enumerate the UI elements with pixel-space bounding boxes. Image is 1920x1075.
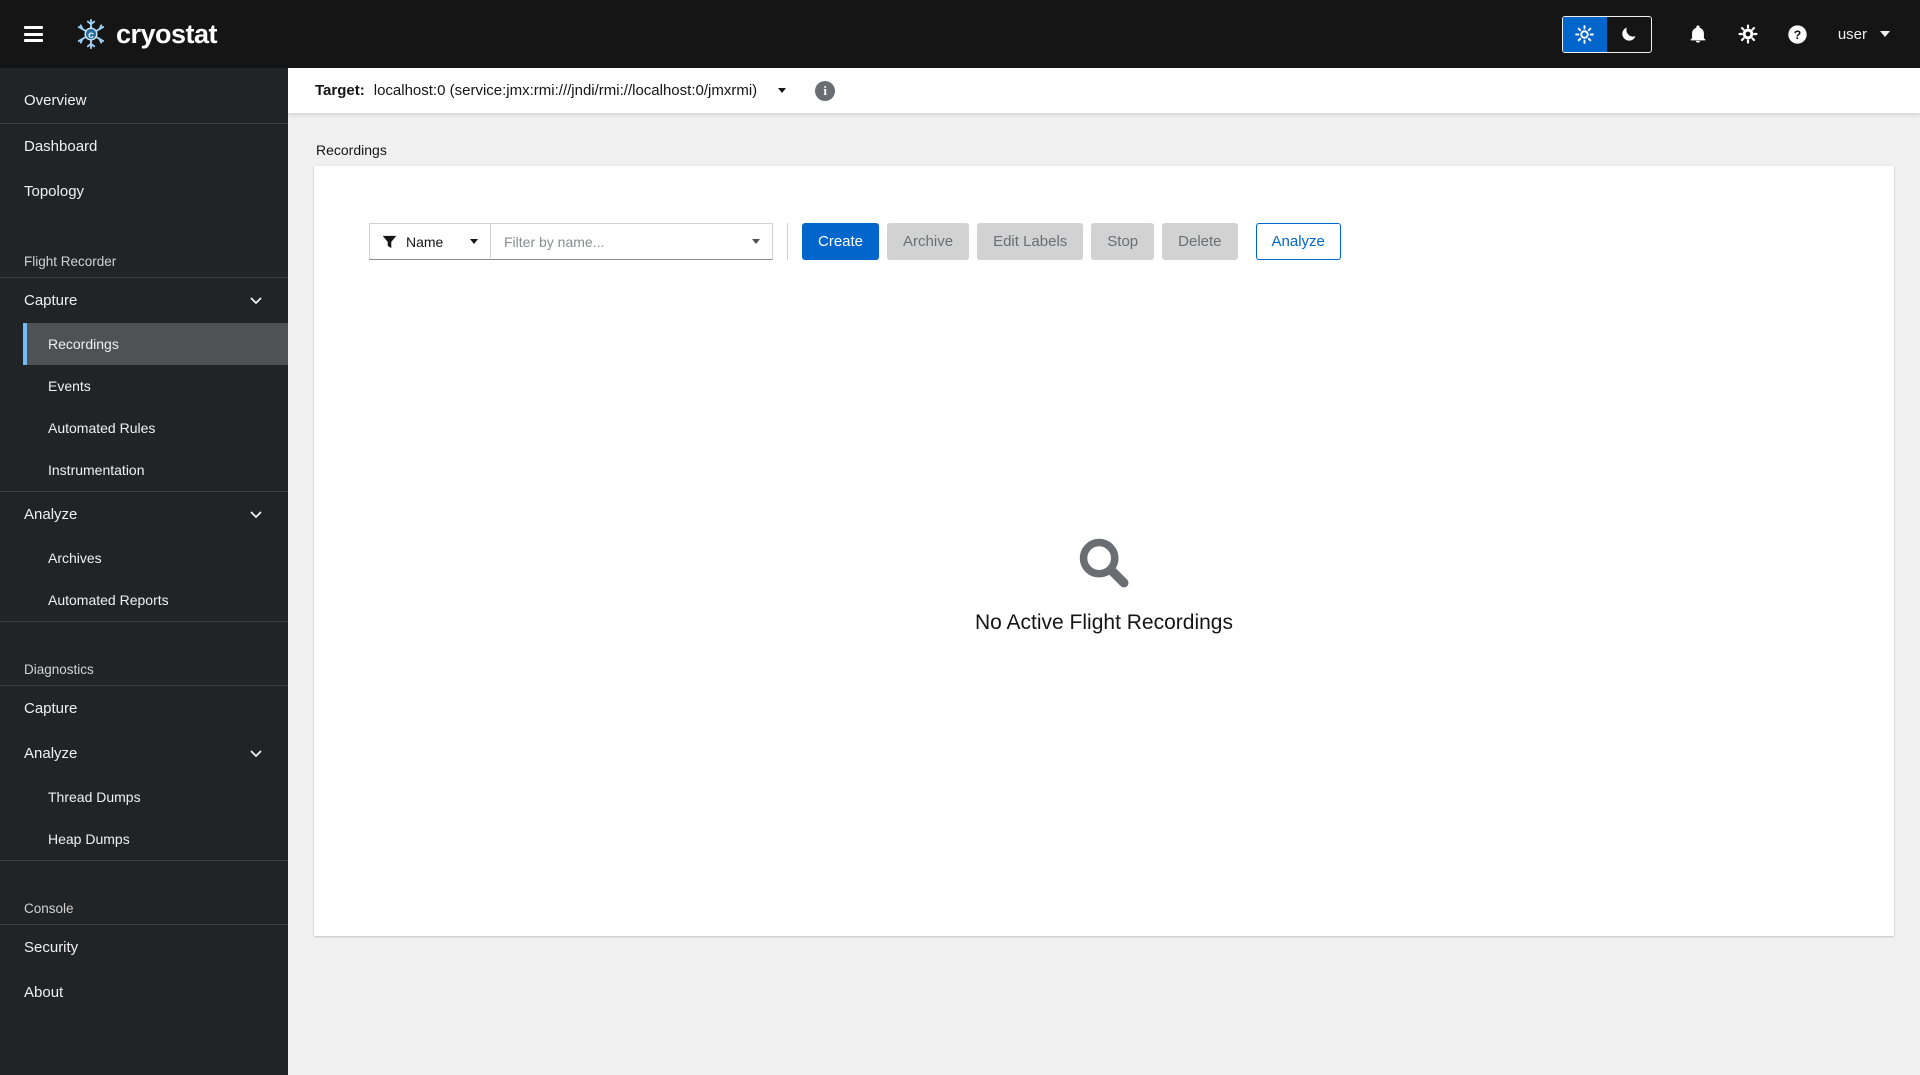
chevron-down-icon — [470, 239, 478, 244]
chevron-down-icon — [250, 297, 262, 305]
analyze-button[interactable]: Analyze — [1255, 223, 1341, 260]
sun-icon — [1575, 24, 1595, 44]
main-area: Target: localhost:0 (service:jmx:rmi:///… — [288, 68, 1920, 1075]
snowflake-logo-icon: c — [77, 18, 105, 50]
sidebar-item-thread-dumps[interactable]: Thread Dumps — [23, 776, 288, 818]
notifications-button[interactable] — [1686, 22, 1710, 46]
edit-labels-button[interactable]: Edit Labels — [977, 223, 1084, 260]
question-circle-icon: ? — [1788, 24, 1807, 44]
nav-section-console: Console — [24, 901, 74, 916]
empty-state-title: No Active Flight Recordings — [975, 611, 1233, 634]
bell-icon — [1690, 25, 1706, 43]
filter-input-wrap — [490, 223, 773, 260]
sidebar-item-security[interactable]: Security — [0, 925, 288, 970]
brand-name: cryostat — [116, 18, 218, 49]
recordings-toolbar: Name Create Archive Edit Labels Stop Del… — [369, 223, 1870, 260]
nav-group-analyze[interactable]: Analyze — [0, 492, 288, 537]
recordings-card: Name Create Archive Edit Labels Stop Del… — [314, 166, 1894, 936]
sidebar-item-dashboard[interactable]: Dashboard — [0, 124, 288, 169]
filter-category-label: Name — [406, 233, 444, 250]
target-info-icon[interactable]: i — [815, 80, 836, 101]
masthead: c cryostat ? user — [0, 0, 1920, 68]
empty-state-wrap: No Active Flight Recordings — [314, 260, 1894, 936]
page-content: Recordings Name Create — [288, 113, 1920, 1075]
sidebar-item-archives[interactable]: Archives — [23, 537, 288, 579]
nav-section-flight-recorder: Flight Recorder — [24, 254, 117, 269]
create-button[interactable]: Create — [802, 223, 880, 260]
settings-button[interactable] — [1736, 22, 1760, 46]
sidebar-item-events[interactable]: Events — [23, 365, 288, 407]
archive-button[interactable]: Archive — [887, 223, 970, 260]
target-select-value[interactable]: localhost:0 (service:jmx:rmi:///jndi/rmi… — [374, 82, 757, 99]
masthead-actions: ? user — [1561, 15, 1890, 53]
help-button[interactable]: ? — [1786, 22, 1810, 46]
sidebar-item-capture[interactable]: Capture — [0, 686, 288, 731]
nav-group-capture[interactable]: Capture — [0, 278, 288, 323]
search-icon — [1079, 538, 1129, 588]
target-label: Target: — [315, 82, 365, 99]
chevron-down-icon — [1880, 31, 1890, 37]
subnav-capture: Recordings Events Automated Rules Instru… — [23, 323, 288, 491]
sidebar-item-topology[interactable]: Topology — [0, 169, 288, 214]
stop-button[interactable]: Stop — [1091, 223, 1155, 260]
nav-section-diagnostics: Diagnostics — [24, 662, 94, 677]
filter-icon — [382, 235, 397, 248]
chevron-down-icon — [250, 511, 262, 519]
breadcrumb: Recordings — [316, 142, 387, 158]
chevron-down-icon — [250, 750, 262, 758]
user-menu-label: user — [1837, 25, 1867, 43]
chevron-down-icon[interactable] — [752, 239, 760, 244]
sidebar-item-recordings[interactable]: Recordings — [23, 323, 288, 365]
sidebar-nav: Overview Dashboard Topology Flight Recor… — [0, 68, 288, 1075]
gear-icon — [1738, 24, 1758, 44]
toolbar-divider — [787, 223, 788, 260]
sidebar-item-heap-dumps[interactable]: Heap Dumps — [23, 818, 288, 860]
sidebar-item-instrumentation[interactable]: Instrumentation — [23, 449, 288, 491]
svg-text:c: c — [88, 30, 94, 41]
svg-text:?: ? — [1794, 27, 1801, 41]
subnav-analyze: Archives Automated Reports — [23, 537, 288, 621]
target-select-toggle-icon[interactable] — [778, 88, 787, 93]
delete-button[interactable]: Delete — [1162, 223, 1238, 260]
light-theme-button[interactable] — [1562, 16, 1607, 52]
user-menu[interactable]: user — [1838, 26, 1890, 43]
filter-category-select[interactable]: Name — [369, 223, 491, 260]
cryostat-app: c cryostat ? user Overview Dashboard Top… — [0, 0, 1920, 1075]
hamburger-icon — [24, 26, 43, 29]
dark-theme-button[interactable] — [1607, 17, 1651, 52]
nav-group-analyze-diagnostics[interactable]: Analyze — [0, 731, 288, 776]
moon-icon — [1622, 27, 1636, 41]
filter-by-name-input[interactable] — [490, 223, 773, 260]
sidebar-item-overview[interactable]: Overview — [0, 78, 288, 123]
sidebar-item-about[interactable]: About — [0, 970, 288, 1015]
sidebar-item-automated-reports[interactable]: Automated Reports — [23, 579, 288, 621]
subnav-analyze-diagnostics: Thread Dumps Heap Dumps — [23, 776, 288, 860]
nav-toggle-button[interactable] — [22, 15, 53, 54]
theme-toggle-group — [1561, 15, 1652, 53]
empty-state: No Active Flight Recordings — [975, 535, 1233, 635]
brand-home-link[interactable]: c cryostat — [75, 18, 218, 50]
sidebar-item-automated-rules[interactable]: Automated Rules — [23, 407, 288, 449]
target-bar: Target: localhost:0 (service:jmx:rmi:///… — [288, 68, 1920, 113]
